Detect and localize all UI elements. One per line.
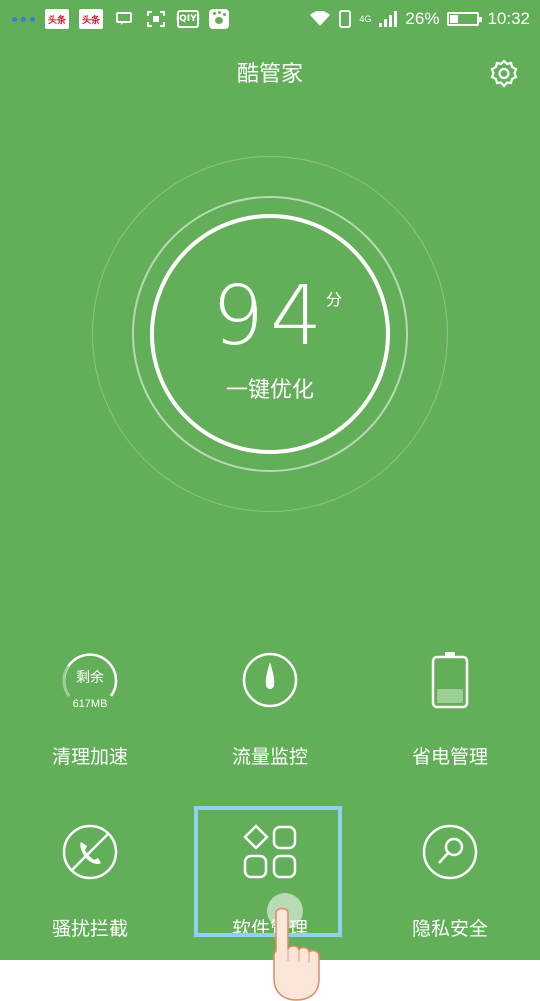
- one-click-optimize-label[interactable]: 一键优化: [0, 372, 540, 404]
- privacy-security-item[interactable]: 隐私安全: [360, 822, 540, 972]
- cleanup-accelerate-item[interactable]: 剩余 617MB 清理加速: [0, 650, 180, 800]
- memory-remaining-value: 617MB: [72, 698, 108, 710]
- phone-icon: [339, 10, 352, 28]
- score-unit: 分: [326, 290, 343, 309]
- toutiao-notification-icon: 头条: [45, 9, 69, 29]
- clock: 10:32: [487, 9, 530, 28]
- status-bar: 头条 头条 iQIYI 4G 26% 10:32: [0, 0, 540, 38]
- health-score: 94: [211, 269, 329, 364]
- screenshot-icon: [145, 9, 167, 29]
- cleanup-accelerate-label: 清理加速: [51, 746, 128, 768]
- traffic-gauge-icon: [240, 650, 300, 710]
- privacy-key-icon: [420, 822, 480, 882]
- wifi-icon: [310, 11, 331, 26]
- toutiao-notification-icon-2: 头条: [79, 9, 103, 29]
- more-notifications-icon: [12, 16, 35, 22]
- harassment-block-item[interactable]: 骚扰拦截: [0, 822, 180, 972]
- battery-level-icon: [420, 650, 480, 710]
- memory-remaining-label: 剩余: [76, 670, 104, 686]
- baidu-notification-icon: [209, 9, 229, 29]
- iqiyi-notification-icon: iQIYI: [176, 10, 200, 28]
- power-saving-item[interactable]: 省电管理: [360, 650, 540, 800]
- power-saving-label: 省电管理: [411, 746, 488, 768]
- page-title: 酷管家: [236, 62, 303, 87]
- signal-icon: [379, 11, 398, 27]
- traffic-monitor-item[interactable]: 流量监控: [180, 650, 360, 800]
- message-icon: [113, 9, 135, 29]
- pointing-hand-icon: [273, 907, 320, 1001]
- battery-percent: 26%: [405, 9, 440, 28]
- network-type: 4G: [359, 14, 372, 24]
- privacy-security-label: 隐私安全: [411, 918, 488, 940]
- settings-gear-icon[interactable]: [488, 58, 520, 90]
- traffic-monitor-label: 流量监控: [231, 746, 308, 768]
- harassment-block-label: 骚扰拦截: [51, 918, 128, 940]
- blocked-call-icon: [60, 822, 120, 882]
- battery-icon: [447, 12, 483, 26]
